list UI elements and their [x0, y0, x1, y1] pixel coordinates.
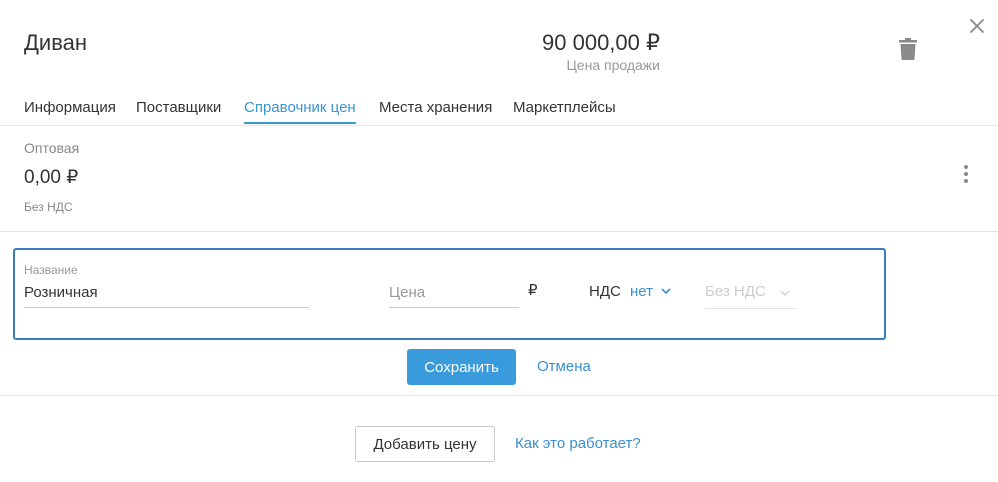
product-title: Диван	[24, 30, 88, 55]
price-vat-label: Без НДС	[24, 200, 73, 214]
divider	[0, 231, 998, 232]
vat-select-value: нет	[630, 283, 653, 300]
vat-type-select[interactable]: Без НДС	[705, 283, 795, 309]
add-price-button[interactable]: Добавить цену	[355, 426, 495, 462]
tab-bar: Информация Поставщики Справочник цен Мес…	[0, 96, 998, 126]
divider	[0, 395, 998, 396]
price-type-label: Оптовая	[24, 140, 80, 156]
name-field-label: Название	[24, 263, 78, 277]
chevron-down-icon	[661, 288, 671, 295]
price-value: 0,00 ₽	[24, 167, 79, 188]
more-vertical-icon[interactable]	[956, 162, 976, 186]
sale-price-label: Цена продажи	[566, 57, 660, 73]
currency-symbol: ₽	[528, 282, 538, 299]
tab-storage-locations[interactable]: Места хранения	[379, 99, 492, 124]
trash-icon[interactable]	[899, 38, 917, 60]
tab-information[interactable]: Информация	[24, 99, 116, 124]
price-input[interactable]	[389, 284, 519, 308]
cancel-link[interactable]: Отмена	[537, 358, 591, 375]
tab-price-list[interactable]: Справочник цен	[244, 99, 356, 124]
close-icon[interactable]	[967, 16, 987, 36]
chevron-down-icon	[780, 290, 790, 296]
name-input[interactable]	[24, 284, 309, 308]
save-button[interactable]: Сохранить	[407, 349, 516, 385]
tab-marketplaces[interactable]: Маркетплейсы	[513, 99, 616, 124]
tab-suppliers[interactable]: Поставщики	[136, 99, 221, 124]
help-link[interactable]: Как это работает?	[515, 435, 641, 452]
vat-label: НДС	[589, 283, 621, 300]
vat-select[interactable]: нет	[630, 283, 671, 303]
sale-price: 90 000,00 ₽	[542, 30, 660, 55]
vat-type-value: Без НДС	[705, 283, 766, 300]
